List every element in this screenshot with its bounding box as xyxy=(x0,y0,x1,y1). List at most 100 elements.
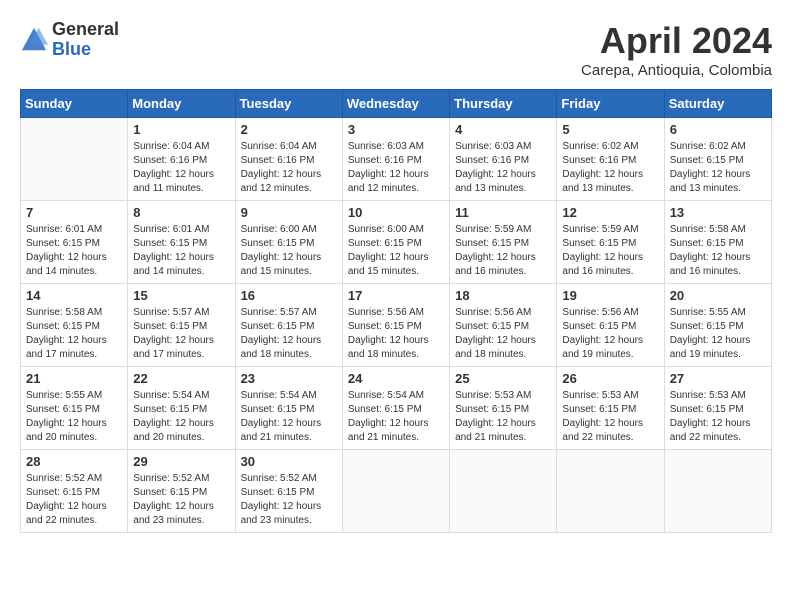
day-number: 1 xyxy=(133,122,229,137)
day-cell: 19 Sunrise: 5:56 AMSunset: 6:15 PMDayligh… xyxy=(557,284,664,367)
day-number: 14 xyxy=(26,288,122,303)
day-cell: 14 Sunrise: 5:58 AMSunset: 6:15 PMDayligh… xyxy=(21,284,128,367)
week-row-2: 14 Sunrise: 5:58 AMSunset: 6:15 PMDayligh… xyxy=(21,284,772,367)
day-cell: 7 Sunrise: 6:01 AMSunset: 6:15 PMDaylight… xyxy=(21,201,128,284)
day-info: Sunrise: 6:03 AMSunset: 6:16 PMDaylight:… xyxy=(455,140,551,196)
month-title: April 2024 xyxy=(581,20,772,62)
calendar-header: Sunday Monday Tuesday Wednesday Thursday… xyxy=(21,90,772,118)
day-info: Sunrise: 5:52 AMSunset: 6:15 PMDaylight:… xyxy=(133,472,229,528)
day-cell: 24 Sunrise: 5:54 AMSunset: 6:15 PMDayligh… xyxy=(342,367,449,450)
day-number: 16 xyxy=(241,288,337,303)
day-info: Sunrise: 5:52 AMSunset: 6:15 PMDaylight:… xyxy=(26,472,122,528)
day-number: 18 xyxy=(455,288,551,303)
day-info: Sunrise: 5:56 AMSunset: 6:15 PMDaylight:… xyxy=(562,306,658,362)
header-friday: Friday xyxy=(557,90,664,118)
day-info: Sunrise: 6:04 AMSunset: 6:16 PMDaylight:… xyxy=(133,140,229,196)
day-number: 19 xyxy=(562,288,658,303)
day-cell: 11 Sunrise: 5:59 AMSunset: 6:15 PMDayligh… xyxy=(450,201,557,284)
day-cell xyxy=(664,450,771,533)
day-number: 17 xyxy=(348,288,444,303)
day-cell xyxy=(342,450,449,533)
day-cell: 1 Sunrise: 6:04 AMSunset: 6:16 PMDaylight… xyxy=(128,118,235,201)
day-number: 3 xyxy=(348,122,444,137)
day-info: Sunrise: 5:58 AMSunset: 6:15 PMDaylight:… xyxy=(26,306,122,362)
day-cell: 13 Sunrise: 5:58 AMSunset: 6:15 PMDayligh… xyxy=(664,201,771,284)
header-tuesday: Tuesday xyxy=(235,90,342,118)
day-info: Sunrise: 5:59 AMSunset: 6:15 PMDaylight:… xyxy=(562,223,658,279)
day-number: 9 xyxy=(241,205,337,220)
day-info: Sunrise: 6:00 AMSunset: 6:15 PMDaylight:… xyxy=(241,223,337,279)
day-number: 11 xyxy=(455,205,551,220)
day-number: 8 xyxy=(133,205,229,220)
day-info: Sunrise: 5:56 AMSunset: 6:15 PMDaylight:… xyxy=(455,306,551,362)
logo-text: General Blue xyxy=(52,20,119,60)
day-info: Sunrise: 6:02 AMSunset: 6:16 PMDaylight:… xyxy=(562,140,658,196)
day-cell: 28 Sunrise: 5:52 AMSunset: 6:15 PMDayligh… xyxy=(21,450,128,533)
day-info: Sunrise: 5:54 AMSunset: 6:15 PMDaylight:… xyxy=(348,389,444,445)
day-cell: 6 Sunrise: 6:02 AMSunset: 6:15 PMDaylight… xyxy=(664,118,771,201)
day-info: Sunrise: 5:54 AMSunset: 6:15 PMDaylight:… xyxy=(241,389,337,445)
day-cell: 8 Sunrise: 6:01 AMSunset: 6:15 PMDaylight… xyxy=(128,201,235,284)
day-info: Sunrise: 5:57 AMSunset: 6:15 PMDaylight:… xyxy=(241,306,337,362)
day-info: Sunrise: 6:01 AMSunset: 6:15 PMDaylight:… xyxy=(133,223,229,279)
day-info: Sunrise: 6:02 AMSunset: 6:15 PMDaylight:… xyxy=(670,140,766,196)
day-number: 27 xyxy=(670,371,766,386)
calendar-table: Sunday Monday Tuesday Wednesday Thursday… xyxy=(20,89,772,533)
day-info: Sunrise: 5:59 AMSunset: 6:15 PMDaylight:… xyxy=(455,223,551,279)
day-cell: 3Sunrise: 6:03 AMSunset: 6:16 PMDaylight… xyxy=(342,118,449,201)
day-info: Sunrise: 5:54 AMSunset: 6:15 PMDaylight:… xyxy=(133,389,229,445)
day-cell: 20Sunrise: 5:55 AMSunset: 6:15 PMDayligh… xyxy=(664,284,771,367)
day-cell: 15 Sunrise: 5:57 AMSunset: 6:15 PMDayligh… xyxy=(128,284,235,367)
header-thursday: Thursday xyxy=(450,90,557,118)
day-number: 21 xyxy=(26,371,122,386)
day-number: 7 xyxy=(26,205,122,220)
week-row-1: 7 Sunrise: 6:01 AMSunset: 6:15 PMDaylight… xyxy=(21,201,772,284)
week-row-0: 1 Sunrise: 6:04 AMSunset: 6:16 PMDaylight… xyxy=(21,118,772,201)
logo-blue: Blue xyxy=(52,40,119,60)
day-cell: 27 Sunrise: 5:53 AMSunset: 6:15 PMDayligh… xyxy=(664,367,771,450)
day-number: 13 xyxy=(670,205,766,220)
day-number: 30 xyxy=(241,454,337,469)
day-cell: 4Sunrise: 6:03 AMSunset: 6:16 PMDaylight… xyxy=(450,118,557,201)
day-cell: 29 Sunrise: 5:52 AMSunset: 6:15 PMDayligh… xyxy=(128,450,235,533)
day-info: Sunrise: 5:53 AMSunset: 6:15 PMDaylight:… xyxy=(670,389,766,445)
day-cell: 2Sunrise: 6:04 AMSunset: 6:16 PMDaylight… xyxy=(235,118,342,201)
day-cell: 21 Sunrise: 5:55 AMSunset: 6:15 PMDayligh… xyxy=(21,367,128,450)
day-info: Sunrise: 6:01 AMSunset: 6:15 PMDaylight:… xyxy=(26,223,122,279)
logo-icon xyxy=(20,26,48,54)
day-cell xyxy=(450,450,557,533)
day-info: Sunrise: 5:53 AMSunset: 6:15 PMDaylight:… xyxy=(455,389,551,445)
header-wednesday: Wednesday xyxy=(342,90,449,118)
page-header: General Blue April 2024 Carepa, Antioqui… xyxy=(20,20,772,79)
day-cell: 10 Sunrise: 6:00 AMSunset: 6:15 PMDayligh… xyxy=(342,201,449,284)
day-number: 24 xyxy=(348,371,444,386)
day-cell: 30 Sunrise: 5:52 AMSunset: 6:15 PMDayligh… xyxy=(235,450,342,533)
day-number: 2 xyxy=(241,122,337,137)
header-row: Sunday Monday Tuesday Wednesday Thursday… xyxy=(21,90,772,118)
day-cell xyxy=(21,118,128,201)
day-info: Sunrise: 5:52 AMSunset: 6:15 PMDaylight:… xyxy=(241,472,337,528)
day-number: 22 xyxy=(133,371,229,386)
day-info: Sunrise: 5:57 AMSunset: 6:15 PMDaylight:… xyxy=(133,306,229,362)
day-number: 6 xyxy=(670,122,766,137)
day-number: 12 xyxy=(562,205,658,220)
day-info: Sunrise: 5:53 AMSunset: 6:15 PMDaylight:… xyxy=(562,389,658,445)
day-number: 15 xyxy=(133,288,229,303)
day-number: 5 xyxy=(562,122,658,137)
day-info: Sunrise: 5:58 AMSunset: 6:15 PMDaylight:… xyxy=(670,223,766,279)
day-number: 25 xyxy=(455,371,551,386)
day-cell: 23Sunrise: 5:54 AMSunset: 6:15 PMDayligh… xyxy=(235,367,342,450)
day-cell: 5 Sunrise: 6:02 AMSunset: 6:16 PMDaylight… xyxy=(557,118,664,201)
day-info: Sunrise: 6:00 AMSunset: 6:15 PMDaylight:… xyxy=(348,223,444,279)
week-row-3: 21 Sunrise: 5:55 AMSunset: 6:15 PMDayligh… xyxy=(21,367,772,450)
day-info: Sunrise: 5:56 AMSunset: 6:15 PMDaylight:… xyxy=(348,306,444,362)
day-number: 28 xyxy=(26,454,122,469)
logo-general: General xyxy=(52,20,119,40)
day-number: 20 xyxy=(670,288,766,303)
logo: General Blue xyxy=(20,20,119,60)
day-number: 29 xyxy=(133,454,229,469)
day-info: Sunrise: 5:55 AMSunset: 6:15 PMDaylight:… xyxy=(26,389,122,445)
header-sunday: Sunday xyxy=(21,90,128,118)
day-number: 10 xyxy=(348,205,444,220)
header-saturday: Saturday xyxy=(664,90,771,118)
